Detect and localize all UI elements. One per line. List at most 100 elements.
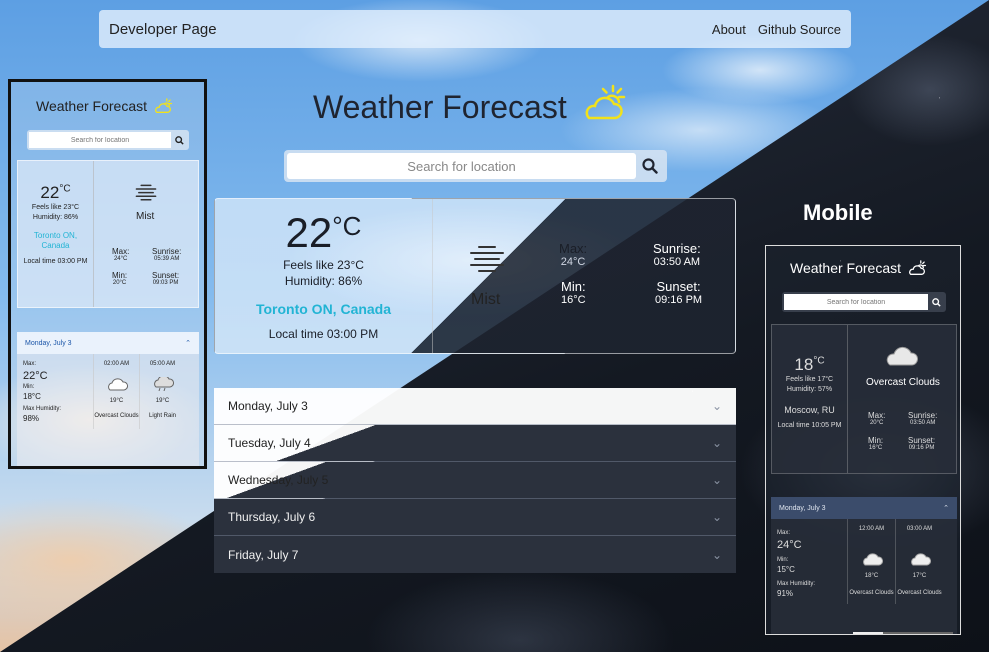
search-bar xyxy=(284,150,667,182)
max-temp: Max: 20°C xyxy=(868,411,886,426)
chevron-down-icon: ⌄ xyxy=(711,436,722,450)
sunset: Sunset: 09:03 PM xyxy=(152,271,180,286)
forecast-day-label: Wednesday, July 5 xyxy=(228,473,329,487)
current-temperature: 22°C xyxy=(40,183,71,202)
sunrise: Sunrise: 03:50 AM xyxy=(653,241,701,268)
page-title: Weather Forecast xyxy=(313,84,627,130)
sun-cloud-icon xyxy=(581,84,627,130)
hourly-forecast-item: 02:00 AM 19°C Overcast Clouds xyxy=(93,354,139,429)
local-time: Local time 03:00 PM xyxy=(23,258,88,265)
hourly-forecast-item: 12:00 AM 18°C Overcast Clouds xyxy=(847,519,895,604)
chevron-down-icon: ⌄ xyxy=(711,473,722,487)
brand-link[interactable]: Developer Page xyxy=(109,21,217,38)
search-icon xyxy=(642,158,658,174)
current-temperature: 18°C xyxy=(794,355,825,374)
mobile-search-bar xyxy=(782,292,946,312)
mobile-current-card: 22°C Feels like 23°C Humidity: 86% Toron… xyxy=(17,160,199,308)
mobile-forecast-panel: Monday, July 3 ⌃ Max: 24°C Min: 15°C Max… xyxy=(771,497,957,634)
max-temp: Max: 24°C xyxy=(112,247,130,262)
forecast-day-row[interactable]: Tuesday, July 4 ⌄ xyxy=(214,425,736,462)
horizontal-scrollbar[interactable] xyxy=(853,632,953,634)
forecast-accordion: Monday, July 3 ⌄ Tuesday, July 4 ⌄ Wedne… xyxy=(214,388,736,573)
forecast-day-row[interactable]: Thursday, July 6 ⌄ xyxy=(214,499,736,536)
forecast-day-label: Thursday, July 6 xyxy=(228,510,316,524)
day-summary: Max: 22°C Min: 18°C Max Humidity: 98% xyxy=(23,361,62,423)
mist-icon xyxy=(467,243,507,278)
forecast-day-label: Friday, July 7 xyxy=(228,547,299,562)
page-title-text: Weather Forecast xyxy=(313,88,567,125)
sun-cloud-icon xyxy=(909,260,927,275)
forecast-day-header[interactable]: Monday, July 3 ⌃ xyxy=(771,497,957,519)
search-button[interactable] xyxy=(171,132,187,148)
min-temp: Min: 16°C xyxy=(868,436,884,451)
mobile-search-input[interactable] xyxy=(784,294,928,310)
sun-cloud-icon xyxy=(155,98,173,113)
forecast-day-label: Monday, July 3 xyxy=(779,504,826,512)
cloud-icon xyxy=(94,377,139,395)
forecast-day-header[interactable]: Monday, July 3 ⌃ xyxy=(17,332,199,354)
search-button[interactable] xyxy=(636,153,664,179)
max-temp: Max: 24°C xyxy=(559,241,588,268)
humidity: Humidity: 86% xyxy=(284,274,363,288)
forecast-day-label: Tuesday, July 4 xyxy=(228,436,311,450)
min-temp: Min: 20°C xyxy=(112,271,128,286)
day-summary: Max: 24°C Min: 15°C Max Humidity: 91% xyxy=(777,530,816,598)
search-icon xyxy=(174,135,184,145)
cloud-icon xyxy=(884,345,918,372)
location-name: Moscow, RU xyxy=(784,405,835,415)
mobile-preview-dark: Weather Forecast 18°C Feels like 17°C Hu… xyxy=(765,245,961,635)
current-weather-card: 22°C Feels like 23°C Humidity: 86% Toron… xyxy=(214,198,736,354)
chevron-down-icon: ⌄ xyxy=(711,547,722,562)
chevron-up-icon: ⌃ xyxy=(185,340,191,347)
current-summary: 22°C Feels like 23°C Humidity: 86% Toron… xyxy=(215,199,433,353)
navbar: Developer Page About Github Source xyxy=(99,10,851,48)
feels-like: Feels like 17°C xyxy=(785,376,834,383)
cloud-icon xyxy=(896,552,943,570)
hourly-forecast-item: 03:00 AM 17°C Overcast Clouds xyxy=(895,519,943,604)
forecast-day-label: Monday, July 3 xyxy=(25,339,72,347)
scrollbar-thumb[interactable] xyxy=(853,632,883,634)
mobile-search-input[interactable] xyxy=(29,132,171,148)
search-input[interactable] xyxy=(287,153,636,179)
chevron-down-icon: ⌄ xyxy=(711,399,722,413)
chevron-up-icon: ⌃ xyxy=(943,505,949,512)
nav-links: About Github Source xyxy=(712,22,841,37)
mobile-forecast-panel: Monday, July 3 ⌃ Max: 22°C Min: 18°C Max… xyxy=(17,332,199,466)
mobile-preview-light: Weather Forecast 22°C Feels like 23°C Hu… xyxy=(8,79,207,469)
nav-link-github-source[interactable]: Github Source xyxy=(758,22,841,37)
nav-link-about[interactable]: About xyxy=(712,22,746,37)
current-details: Mist Max: 24°C Min: 16°C Sunrise: 03:50 … xyxy=(433,199,735,353)
forecast-day-row[interactable]: Wednesday, July 5 ⌄ xyxy=(214,462,736,499)
mobile-current-card: 18°C Feels like 17°C Humidity: 57% Mosco… xyxy=(771,324,957,474)
mist-icon xyxy=(134,183,158,206)
mobile-search-bar xyxy=(27,130,189,150)
forecast-day-label: Monday, July 3 xyxy=(228,399,308,413)
mobile-title: Weather Forecast xyxy=(36,98,173,114)
forecast-day-row[interactable]: Monday, July 3 ⌄ xyxy=(214,388,736,425)
feels-like: Feels like 23°C xyxy=(283,258,364,272)
location-name: Toronto ON, Canada xyxy=(33,231,78,250)
search-button[interactable] xyxy=(928,294,944,310)
chevron-down-icon: ⌄ xyxy=(711,510,722,524)
humidity: Humidity: 86% xyxy=(32,214,79,221)
rain-cloud-icon xyxy=(140,375,185,395)
local-time: Local time 10:05 PM xyxy=(777,422,842,429)
forecast-day-row[interactable]: Friday, July 7 ⌄ xyxy=(214,536,736,573)
cloud-icon xyxy=(848,552,895,570)
mobile-label: Mobile xyxy=(803,200,873,225)
mobile-title: Weather Forecast xyxy=(790,260,927,276)
humidity: Humidity: 57% xyxy=(786,386,833,393)
hourly-forecast-item: 05:00 AM 19°C Light Rain xyxy=(139,354,185,429)
sunrise: Sunrise: 05:39 AM xyxy=(152,247,182,262)
location-name: Toronto ON, Canada xyxy=(255,301,392,317)
local-time: Local time 03:00 PM xyxy=(268,327,379,341)
current-temperature: 22°C xyxy=(285,209,362,256)
condition-label: Mist xyxy=(471,291,501,308)
condition-label: Mist xyxy=(136,211,155,222)
sunset: Sunset: 09:16 PM xyxy=(908,436,936,451)
min-temp: Min: 16°C xyxy=(561,279,586,306)
feels-like: Feels like 23°C xyxy=(31,204,80,211)
sunset: Sunset: 09:16 PM xyxy=(655,279,703,306)
condition-label: Overcast Clouds xyxy=(866,377,940,388)
sunrise: Sunrise: 03:50 AM xyxy=(908,411,938,426)
